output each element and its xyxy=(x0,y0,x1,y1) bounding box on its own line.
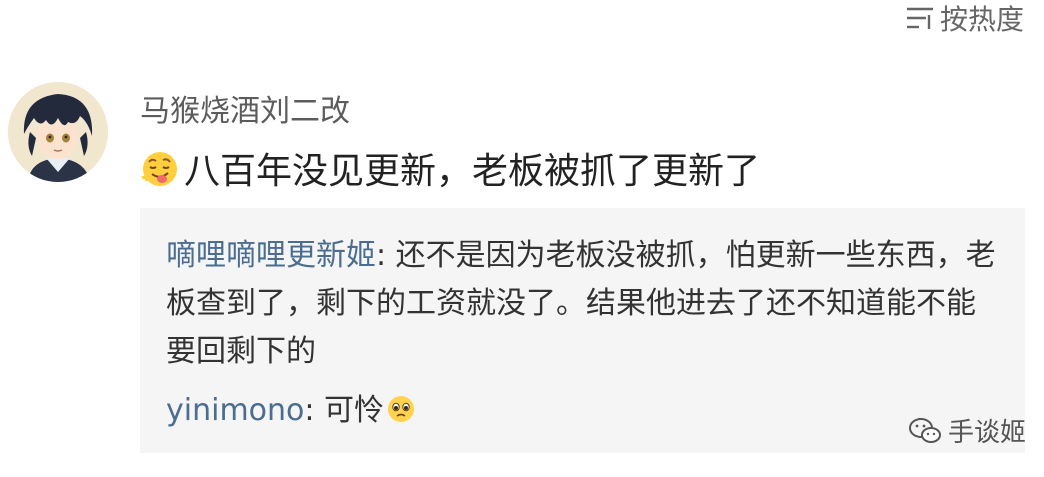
sort-label: 按热度 xyxy=(939,3,1024,36)
wechat-account-watermark: 手谈姬 xyxy=(908,412,1026,449)
reply-text: 可怜 xyxy=(324,393,385,428)
reply-item: 嘀哩嘀哩更新姬: 还不是因为老板没被抓，怕更新一些东西，老板查到了，剩下的工资就… xyxy=(166,232,999,376)
reply-section: 嘀哩嘀哩更新姬: 还不是因为老板没被抓，怕更新一些东西，老板查到了，剩下的工资就… xyxy=(140,208,1025,453)
reply-item: yinimono: 可怜 xyxy=(166,387,999,435)
reply-author-link[interactable]: yinimono xyxy=(166,393,304,428)
tongue-out-emoji-icon xyxy=(141,152,177,186)
avatar[interactable] xyxy=(8,82,108,182)
anime-character-avatar xyxy=(8,82,108,182)
pitiful-face-emoji-icon xyxy=(388,396,415,422)
watermark-text: 手谈姬 xyxy=(947,418,1026,448)
reply-separator: : xyxy=(304,393,325,428)
reply-author-link[interactable]: 嘀哩嘀哩更新姬 xyxy=(166,238,376,273)
comment-body: 八百年没见更新，老板被抓了更新了 xyxy=(184,151,761,192)
reply-separator: : xyxy=(376,238,396,273)
comment-text-row: 八百年没见更新，老板被抓了更新了 xyxy=(140,140,760,196)
wechat-icon xyxy=(908,417,941,443)
comment-username[interactable]: 马猴烧酒刘二改 xyxy=(140,86,350,130)
sort-by-hot-button[interactable]: 按热度 xyxy=(906,0,1024,36)
sort-lines-icon xyxy=(906,7,933,29)
